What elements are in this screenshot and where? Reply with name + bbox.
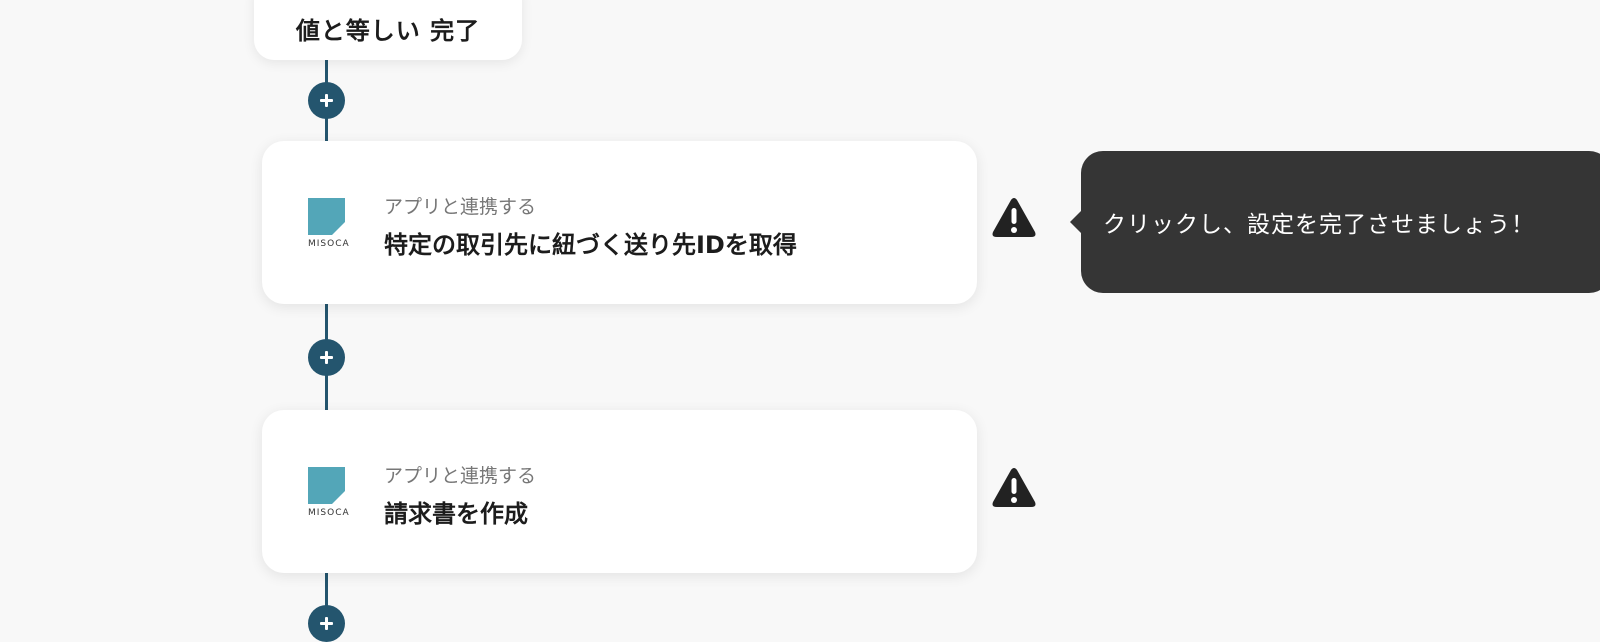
previous-step-node[interactable]: 値と等しい 完了: [254, 0, 522, 60]
add-step-button[interactable]: [308, 605, 345, 642]
step-type-label: アプリと連携する: [384, 196, 537, 218]
tooltip-text: クリックし、設定を完了させましょう！: [1103, 212, 1535, 238]
add-step-button[interactable]: [308, 339, 345, 376]
previous-step-label: 値と等しい 完了: [295, 17, 481, 45]
setup-tooltip: クリックし、設定を完了させましょう！: [1070, 151, 1600, 293]
warning-triangle-icon[interactable]: [991, 467, 1037, 509]
misoca-logo-text: MISOCA: [308, 239, 350, 249]
misoca-logo-icon: MISOCA: [308, 198, 350, 250]
warning-triangle-icon[interactable]: [991, 197, 1037, 239]
step-type-label: アプリと連携する: [384, 465, 537, 487]
misoca-logo-text: MISOCA: [308, 508, 350, 518]
step-title: 特定の取引先に紐づく送り先IDを取得: [384, 231, 797, 259]
add-step-button[interactable]: [308, 82, 345, 119]
misoca-logo-icon: MISOCA: [308, 467, 350, 519]
plus-icon: [320, 617, 333, 630]
flow-step-card[interactable]: MISOCA アプリと連携する 請求書を作成: [262, 410, 977, 573]
plus-icon: [320, 351, 333, 364]
step-title: 請求書を作成: [384, 500, 528, 528]
plus-icon: [320, 94, 333, 107]
flow-step-card[interactable]: MISOCA アプリと連携する 特定の取引先に紐づく送り先IDを取得: [262, 141, 977, 304]
